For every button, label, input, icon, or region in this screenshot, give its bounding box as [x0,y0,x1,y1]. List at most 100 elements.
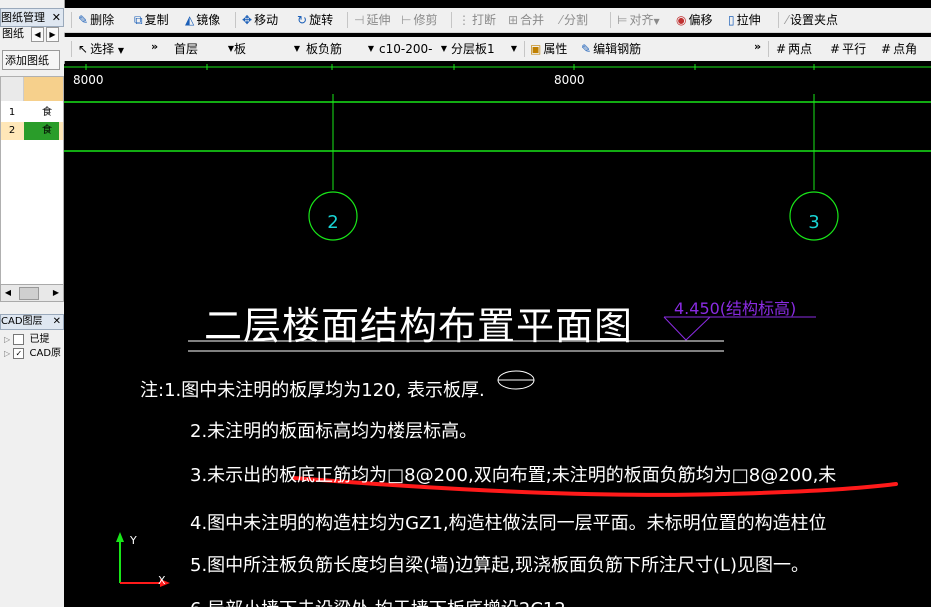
horizontal-scrollbar[interactable]: ◀ ▶ [0,284,64,302]
ucs-x-label: X [158,574,166,587]
floor-select[interactable]: 首层 ▼ [174,40,234,58]
offset-label: 偏移 [688,13,713,27]
ucs-y-arrow [116,532,124,542]
chevron-left-icon[interactable]: ◀ [31,27,44,42]
split-label: 分割 [564,13,589,27]
edit-rebar-label: 编辑钢筋 [593,42,642,56]
select-button[interactable]: ↖ 选择 ▼ [78,41,124,59]
two-points-button[interactable]: # 两点 [776,41,812,57]
axis-label-3: 3 [808,212,820,233]
add-drawing-button[interactable]: 添加图纸 [2,50,60,70]
spec-select[interactable]: c10-200- ▼ [379,40,447,58]
pencil-icon: ✎ [581,42,592,56]
row-number: 2 [8,125,16,136]
copy-button[interactable]: ⧉ 复制 [134,12,169,28]
separator [71,12,72,28]
chevron-down-icon: ▼ [510,44,517,53]
delete-icon: ✎ [78,13,89,27]
two-points-icon: # [776,42,787,56]
separator [610,12,611,28]
drawing-row-1[interactable]: 1 食 [1,104,63,122]
break-button[interactable]: ⋮ 打断 [458,12,496,28]
merge-button[interactable]: ⊞ 合并 [508,12,544,28]
tree-item-extracted[interactable]: ▷ 已提 [4,333,50,346]
trim-label: 修剪 [413,13,438,27]
copy-label: 复制 [144,13,169,27]
move-button[interactable]: ✥ 移动 [242,12,278,28]
point-angle-icon: # [881,42,892,56]
grip-icon: ⁄ [786,13,789,27]
property-button[interactable]: ▣ 属性 [530,41,567,57]
trim-button[interactable]: ⊢ 修剪 [401,12,437,28]
rotate-button[interactable]: ↻ 旋转 [297,12,333,28]
point-angle-button[interactable]: # 点角 [881,41,917,57]
drawing-list-header [1,77,63,101]
parallel-button[interactable]: # 平行 [830,41,866,57]
tree-item-cad[interactable]: ▷ ✓ CAD原 [4,347,61,360]
drawing-canvas[interactable]: 8000 8000 2 3 二层楼面结构布置平面图 4.450(结构标高) 注:… [64,64,931,607]
align-button[interactable]: ⊨ 对齐▼ [617,12,660,30]
extend-button[interactable]: ⊣ 延伸 [354,12,390,28]
scroll-right-icon[interactable]: ▶ [50,286,62,299]
set-grip-button[interactable]: ⁄ 设置夹点 [786,12,838,28]
close-icon[interactable]: ✕ [52,9,61,26]
component-select[interactable]: 板 ▼ [234,40,300,58]
chevron-down-icon: ▼ [653,17,660,26]
drawing-manager-title: 图纸管理 ✕ [0,8,64,27]
more-chevron-icon[interactable]: » [754,40,761,53]
property-icon: ▣ [530,42,542,56]
scroll-left-icon[interactable]: ◀ [2,286,14,299]
scroll-thumb[interactable] [19,287,39,300]
two-points-label: 两点 [788,42,813,56]
separator [451,12,452,28]
left-panel: 图纸管理 ✕ 图纸 ◀ ▶ 添加图纸 1 食 2 食 ◀ ▶ CAD图层 ✕ ▷… [0,0,65,607]
mirror-button[interactable]: ◭ 镜像 [185,12,220,28]
rotate-label: 旋转 [309,13,334,27]
structural-elevation: 4.450(结构标高) [674,299,797,318]
row-name: 食 [24,122,59,140]
parallel-label: 平行 [842,42,867,56]
chevron-down-icon: ▼ [117,46,125,55]
split-button[interactable]: ⁄ 分割 [560,12,588,28]
layer-value: 分层板1 [451,42,495,56]
offset-icon: ◉ [676,13,687,27]
checkbox-checked[interactable]: ✓ [13,347,25,359]
drawing-tab-bar: 图纸 ◀ ▶ [0,26,62,42]
delete-label: 删除 [90,13,115,27]
expand-icon[interactable]: ▷ [4,349,10,358]
trim-icon: ⊢ [401,13,412,27]
chevron-down-icon: ▼ [293,44,300,53]
stretch-icon: ▯ [728,13,735,27]
note-4: 4.图中未注明的构造柱均为GZ1,构造柱做法同一层平面。未标明位置的构造柱位 [190,513,827,534]
cad-layer-label: CAD图层 [1,316,43,327]
cad-layer-title: CAD图层 ✕ [0,314,64,330]
component-value: 板 [234,42,247,56]
property-label: 属性 [543,42,568,56]
more-chevron-icon[interactable]: » [151,40,158,53]
set-grip-label: 设置夹点 [790,13,839,27]
move-icon: ✥ [242,13,253,27]
type-select[interactable]: 板负筋 ▼ [306,40,374,58]
edit-rebar-button[interactable]: ✎ 编辑钢筋 [581,41,641,57]
tree-item-label: 已提 [29,334,50,345]
close-icon[interactable]: ✕ [53,315,61,329]
header-name-cell [24,77,63,101]
point-angle-label: 点角 [893,42,918,56]
floor-value: 首层 [174,42,199,56]
header-index-cell [1,77,24,101]
cursor-icon: ↖ [78,42,89,56]
type-value: 板负筋 [306,42,343,56]
chevron-right-icon[interactable]: ▶ [46,27,59,42]
tab-drawing[interactable]: 图纸 [0,27,24,40]
break-icon: ⋮ [458,13,470,27]
stretch-label: 拉伸 [736,13,761,27]
checkbox-unchecked[interactable] [13,333,25,345]
expand-icon[interactable]: ▷ [4,335,10,344]
axis-label-2: 2 [327,212,339,233]
stretch-button[interactable]: ▯ 拉伸 [728,12,761,28]
offset-button[interactable]: ◉ 偏移 [676,12,713,28]
layer-select[interactable]: 分层板1 ▼ [451,40,517,58]
drawing-row-2[interactable]: 2 食 [1,122,63,140]
drawing-title: 二层楼面结构布置平面图 [204,304,634,348]
delete-button[interactable]: ✎ 删除 [78,12,114,28]
